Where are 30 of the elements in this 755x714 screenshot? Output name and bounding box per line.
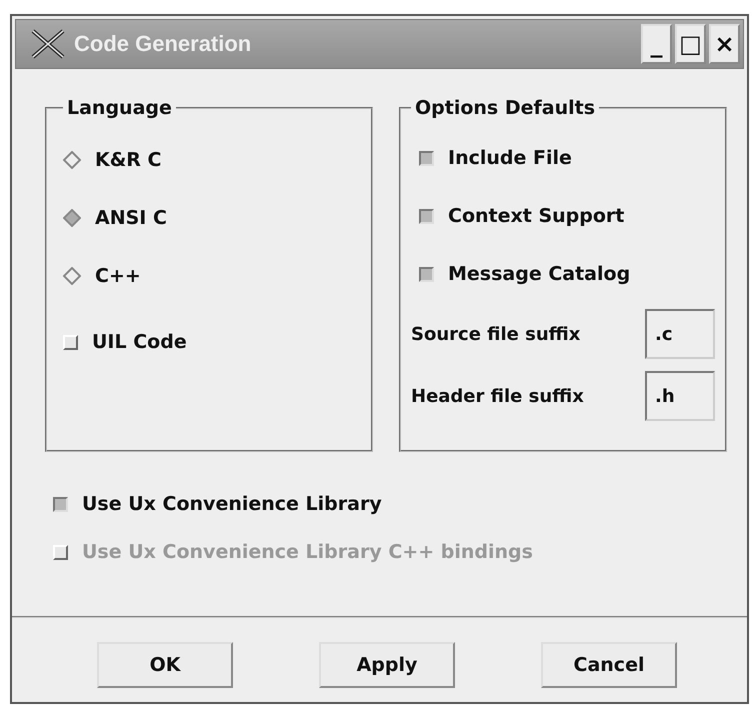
window-control-button[interactable]: _ [641,24,672,64]
window-title: Code Generation [74,31,252,57]
option-label: ANSI C [95,207,167,229]
option-label: Message Catalog [448,263,630,285]
option-label: UIL Code [92,331,187,353]
group-title: Language [66,97,173,119]
checkbox[interactable] [419,150,434,166]
option-label: Use Ux Convenience Library C++ bindings [82,541,533,563]
field-label: Header file suffix [411,386,584,406]
option-label: K&R C [95,149,162,171]
checkbox[interactable] [419,266,434,282]
dialog-button[interactable]: Cancel [541,642,677,688]
input-field[interactable]: .h [645,371,715,421]
dialog-button[interactable]: Apply [319,642,455,688]
radio-button[interactable] [63,151,81,169]
group-title: Options Defaults [414,97,596,119]
dialog-button[interactable]: OK [97,642,233,688]
window-control-button[interactable]: □ [675,24,706,64]
checkbox[interactable] [419,208,434,224]
option-label: Context Support [448,205,624,227]
radio-button[interactable] [63,267,81,285]
field-label: Source file suffix [411,324,580,344]
window-control-button[interactable]: × [709,24,740,64]
x-logo-icon [30,28,66,60]
option-label: Include File [448,147,572,169]
option-label: Use Ux Convenience Library [82,493,382,515]
checkbox[interactable] [53,496,68,512]
option-label: C++ [95,265,141,287]
radio-button[interactable] [63,209,81,227]
input-field[interactable]: .c [645,309,715,359]
